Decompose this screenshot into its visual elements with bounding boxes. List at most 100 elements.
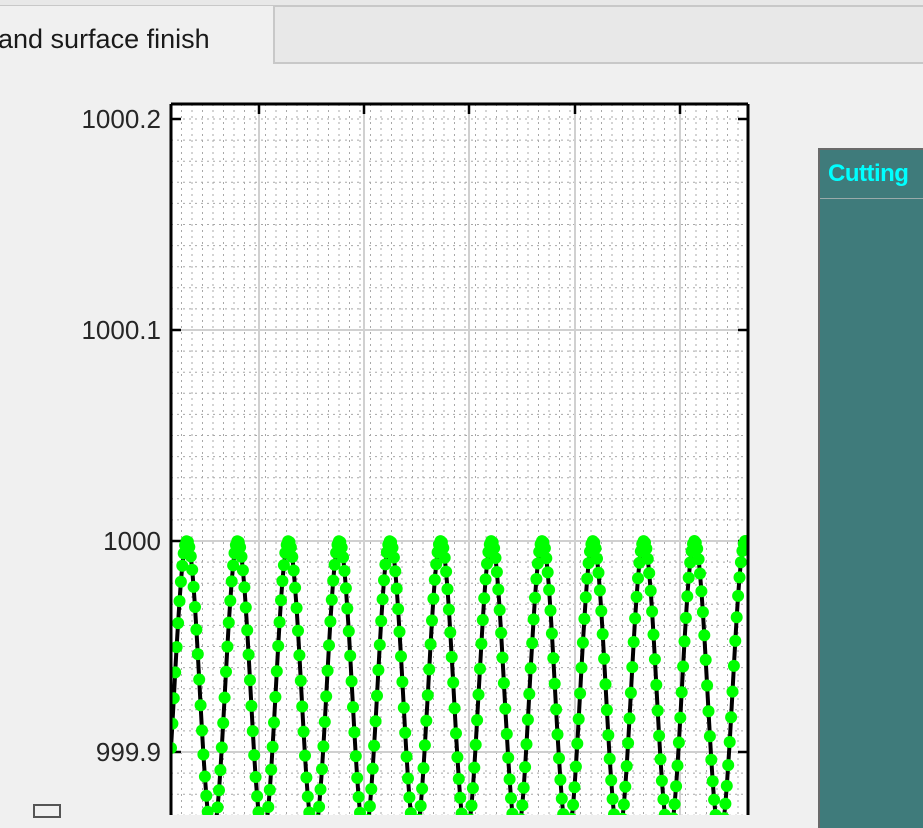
data-point <box>728 660 740 672</box>
data-point <box>543 584 555 596</box>
data-point <box>296 701 308 713</box>
data-point <box>292 625 304 637</box>
data-point <box>646 606 658 618</box>
data-point <box>200 790 212 802</box>
y-tick-label: 1000.1 <box>81 315 161 345</box>
data-point <box>348 726 360 738</box>
tab-surface-finish[interactable]: and surface finish <box>0 6 275 64</box>
data-point <box>241 624 253 636</box>
data-point <box>594 584 606 596</box>
data-point <box>323 639 335 651</box>
data-point <box>631 591 643 603</box>
data-point <box>573 713 585 725</box>
data-point <box>219 692 231 704</box>
data-point <box>683 572 695 584</box>
data-point <box>346 675 358 687</box>
data-point <box>444 626 456 638</box>
data-point <box>629 612 641 624</box>
data-point <box>539 542 551 554</box>
data-point <box>705 754 717 766</box>
data-point <box>581 573 593 585</box>
data-point <box>626 661 638 673</box>
data-point <box>439 552 451 564</box>
data-point <box>576 662 588 674</box>
data-point <box>697 606 709 618</box>
data-point <box>591 553 603 565</box>
data-point <box>526 637 538 649</box>
data-point <box>577 637 589 649</box>
data-point <box>265 764 277 776</box>
y-tick-label: 999.9 <box>96 737 161 767</box>
data-point <box>643 567 655 579</box>
data-point <box>300 772 312 784</box>
data-point <box>220 666 232 678</box>
data-point <box>607 793 619 805</box>
data-point <box>467 782 479 794</box>
data-point <box>423 663 435 675</box>
data-point <box>648 629 660 641</box>
data-point <box>598 653 610 665</box>
data-point <box>195 699 207 711</box>
data-point <box>350 750 362 762</box>
data-point <box>495 627 507 639</box>
data-point <box>353 791 365 803</box>
data-point <box>554 774 566 786</box>
data-point <box>470 739 482 751</box>
data-point <box>264 784 276 796</box>
data-point <box>416 783 428 795</box>
data-point <box>529 592 541 604</box>
data-point <box>267 741 279 753</box>
data-point <box>600 678 612 690</box>
data-point <box>196 725 208 737</box>
data-point <box>440 566 452 578</box>
data-point <box>247 725 259 737</box>
data-point <box>677 661 689 673</box>
data-point <box>550 703 562 715</box>
data-point <box>313 801 325 813</box>
data-point <box>578 613 590 625</box>
data-point <box>347 701 359 713</box>
data-point <box>378 574 390 586</box>
data-point <box>521 738 533 750</box>
data-point <box>274 616 286 628</box>
data-point <box>212 801 224 813</box>
data-point <box>172 617 184 629</box>
data-point <box>698 629 710 641</box>
data-point <box>240 602 252 614</box>
data-point <box>704 730 716 742</box>
data-point <box>546 628 558 640</box>
data-point <box>547 652 559 664</box>
data-point <box>556 793 568 805</box>
data-point <box>238 581 250 593</box>
data-point <box>341 603 353 615</box>
data-point <box>695 585 707 597</box>
data-point <box>377 593 389 605</box>
tab-content: 1000.21000.11000999.9 <box>0 64 923 815</box>
data-point <box>657 793 669 805</box>
data-point <box>725 711 737 723</box>
data-point <box>190 624 202 636</box>
data-point <box>673 737 685 749</box>
data-point <box>320 690 332 702</box>
data-point <box>516 799 528 811</box>
data-point <box>449 702 461 714</box>
data-point <box>217 717 229 729</box>
data-point <box>291 602 303 614</box>
data-point <box>519 761 531 773</box>
data-point <box>553 752 565 764</box>
data-point <box>490 552 502 564</box>
data-point <box>237 564 249 576</box>
data-point <box>276 575 288 587</box>
data-point <box>567 799 579 811</box>
data-point <box>731 611 743 623</box>
collapse-toggle[interactable] <box>33 804 61 818</box>
data-point <box>271 665 283 677</box>
data-point <box>388 552 400 564</box>
data-point <box>450 727 462 739</box>
data-point <box>443 604 455 616</box>
data-point <box>394 626 406 638</box>
data-point <box>197 749 209 761</box>
data-point <box>649 653 661 665</box>
data-point <box>721 780 733 792</box>
data-point <box>214 764 226 776</box>
